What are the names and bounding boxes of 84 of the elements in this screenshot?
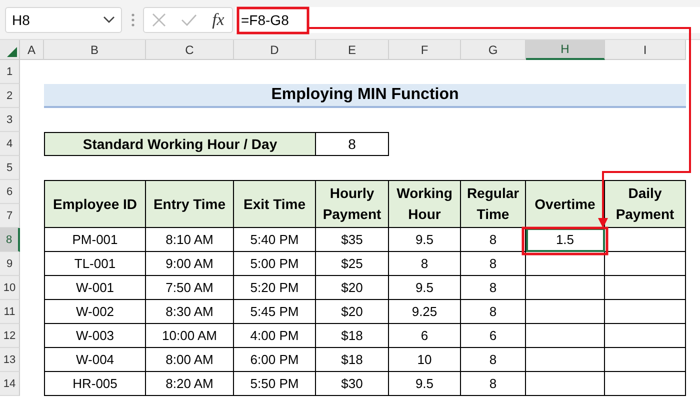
- table-cell: $20: [316, 276, 389, 300]
- table-cell: 8:20 AM: [146, 372, 234, 396]
- table-cell: 8: [461, 348, 526, 372]
- table-cell: PM-001: [44, 228, 146, 252]
- table-cell: 7:50 AM: [146, 276, 234, 300]
- row-header[interactable]: 14: [0, 372, 20, 396]
- column-heading: Entry Time: [146, 180, 234, 228]
- table-cell: $18: [316, 348, 389, 372]
- table-cell: 8: [316, 132, 389, 156]
- row-header[interactable]: 10: [0, 276, 20, 300]
- column-header[interactable]: C: [146, 40, 234, 60]
- column-heading: Daily Payment: [605, 180, 686, 228]
- table-cell: 6:00 PM: [234, 348, 316, 372]
- table-cell: 5:20 PM: [234, 276, 316, 300]
- table-cell: W-001: [44, 276, 146, 300]
- sheet-title: Employing MIN Function: [44, 84, 686, 108]
- row-header[interactable]: 12: [0, 324, 20, 348]
- insert-function-button[interactable]: fx: [212, 10, 224, 30]
- table-cell[interactable]: 1.5: [526, 228, 605, 252]
- column-header[interactable]: G: [461, 40, 526, 60]
- column-heading: Regular Time: [461, 180, 526, 228]
- row-header[interactable]: 2: [0, 84, 20, 108]
- table-cell: TL-001: [44, 252, 146, 276]
- table-cell: 8: [389, 252, 461, 276]
- table-cell: $25: [316, 252, 389, 276]
- column-heading: Employee ID: [44, 180, 146, 228]
- table-cell: 9.25: [389, 300, 461, 324]
- table-cell: 4:00 PM: [234, 324, 316, 348]
- table-cell: 8:30 AM: [146, 300, 234, 324]
- table-cell: W-004: [44, 348, 146, 372]
- formula-field[interactable]: =F8-G8: [235, 6, 700, 32]
- table-cell: 9.5: [389, 228, 461, 252]
- column-header[interactable]: B: [44, 40, 146, 60]
- table-cell: $20: [316, 300, 389, 324]
- table-cell: 6: [461, 324, 526, 348]
- column-header[interactable]: F: [389, 40, 461, 60]
- row-header[interactable]: 13: [0, 348, 20, 372]
- column-header[interactable]: D: [234, 40, 316, 60]
- row-header[interactable]: 6: [0, 180, 20, 204]
- table-cell: 8: [461, 276, 526, 300]
- column-heading: Working Hour: [389, 180, 461, 228]
- table-cell: $30: [316, 372, 389, 396]
- table-cell: 10: [389, 348, 461, 372]
- caret-icon[interactable]: [103, 16, 115, 24]
- table-cell: 5:00 PM: [234, 252, 316, 276]
- table-cell: $35: [316, 228, 389, 252]
- row-header[interactable]: 7: [0, 204, 20, 228]
- row-header[interactable]: 11: [0, 300, 20, 324]
- table-cell: 8: [461, 252, 526, 276]
- table-cell: 10:00 AM: [146, 324, 234, 348]
- row-header[interactable]: 5: [0, 156, 20, 180]
- row-header[interactable]: 3: [0, 108, 20, 132]
- column-header[interactable]: A: [20, 40, 44, 60]
- column-header[interactable]: I: [605, 40, 686, 60]
- table-cell: 9:00 AM: [146, 252, 234, 276]
- row-header[interactable]: 8: [0, 228, 20, 252]
- table-cell: 5:50 PM: [234, 372, 316, 396]
- column-heading: Exit Time: [234, 180, 316, 228]
- column-heading: Hourly Payment: [316, 180, 389, 228]
- select-all-icon[interactable]: [7, 47, 17, 57]
- table-cell: 8: [461, 228, 526, 252]
- table-cell: 9.5: [389, 372, 461, 396]
- row-header[interactable]: 4: [0, 132, 20, 156]
- table-cell: 5:40 PM: [234, 228, 316, 252]
- table-cell: $18: [316, 324, 389, 348]
- table-cell: 9.5: [389, 276, 461, 300]
- table-cell: 8: [461, 300, 526, 324]
- column-header[interactable]: H: [526, 40, 605, 60]
- table-cell: W-003: [44, 324, 146, 348]
- table-cell: 8: [461, 372, 526, 396]
- name-box[interactable]: H8: [5, 6, 122, 32]
- row-header[interactable]: 9: [0, 252, 20, 276]
- check-icon[interactable]: [180, 14, 197, 26]
- row-header[interactable]: 1: [0, 60, 20, 84]
- table-cell: 8:10 AM: [146, 228, 234, 252]
- table-cell: W-002: [44, 300, 146, 324]
- table-cell: 6: [389, 324, 461, 348]
- table-cell: 5:45 PM: [234, 300, 316, 324]
- column-header[interactable]: E: [316, 40, 389, 60]
- table-cell: 8:00 AM: [146, 348, 234, 372]
- more-icon: [131, 12, 135, 26]
- table-cell: Standard Working Hour / Day: [44, 132, 316, 156]
- column-heading: Overtime: [526, 180, 605, 228]
- table-cell: HR-005: [44, 372, 146, 396]
